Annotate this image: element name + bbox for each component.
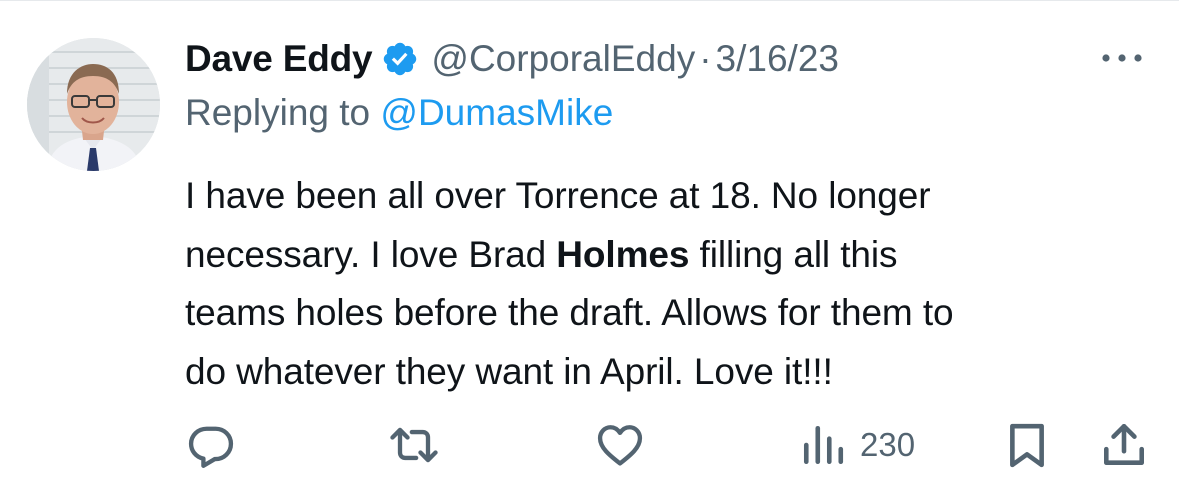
share-button[interactable] — [1099, 419, 1149, 471]
top-divider — [0, 0, 1179, 1]
tweet-text-bold: Holmes — [556, 233, 690, 275]
avatar-image — [27, 38, 160, 171]
author-handle[interactable]: @CorporalEddy — [431, 38, 695, 80]
verified-badge-icon[interactable] — [381, 40, 419, 78]
tweet-text: I have been all over Torrence at 18. No … — [185, 167, 1160, 401]
more-icon[interactable] — [1098, 46, 1146, 70]
like-icon — [597, 425, 643, 466]
views-count: 230 — [860, 426, 916, 463]
views-icon — [803, 425, 844, 465]
separator-dot: · — [699, 38, 712, 79]
replying-to-label: Replying to — [185, 92, 381, 133]
bookmark-icon — [1010, 423, 1044, 468]
like-button[interactable] — [594, 419, 646, 471]
tweet-date[interactable]: 3/16/23 — [716, 38, 839, 80]
retweet-icon — [390, 427, 438, 463]
reply-icon — [188, 426, 234, 468]
share-icon — [1104, 423, 1144, 465]
reply-button[interactable] — [185, 419, 237, 471]
replying-to-handle[interactable]: @DumasMike — [380, 92, 613, 133]
replying-to: Replying to @DumasMike — [185, 92, 613, 134]
tweet-header: Dave Eddy @CorporalEddy · 3/16/23 — [185, 30, 839, 88]
bookmark-button[interactable] — [1004, 419, 1050, 471]
retweet-button[interactable] — [386, 419, 442, 471]
display-name[interactable]: Dave Eddy — [185, 38, 373, 80]
views-button[interactable]: 230 — [800, 419, 915, 471]
avatar[interactable] — [27, 38, 160, 171]
